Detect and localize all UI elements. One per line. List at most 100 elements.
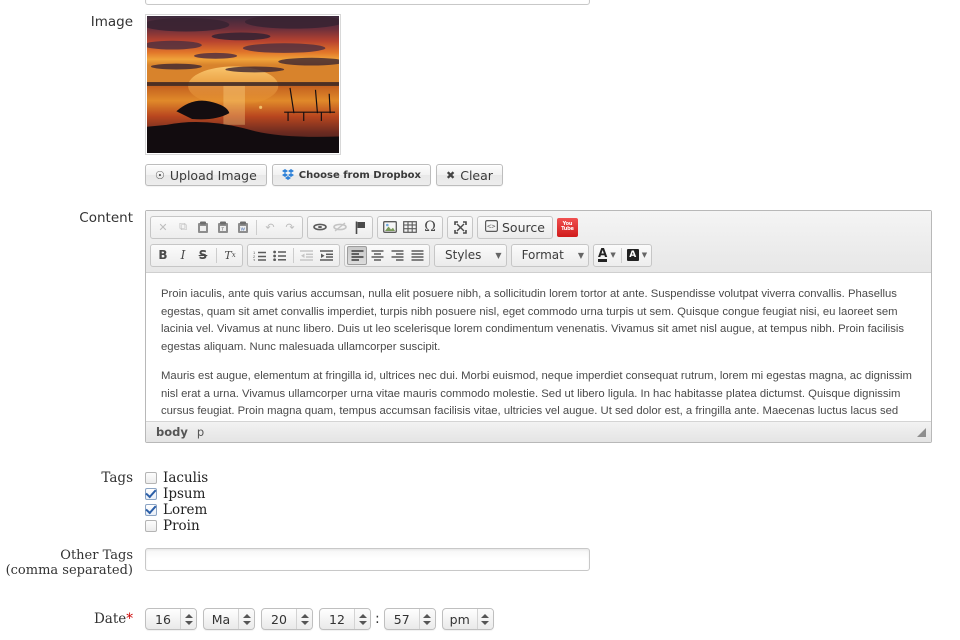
maximize-icon[interactable] [450, 218, 470, 237]
youtube-icon: You Tube [561, 221, 574, 232]
align-left-button[interactable] [347, 245, 367, 265]
image-icon[interactable] [380, 218, 400, 237]
date-field: 16 Ma 20 12 : 57 pm [145, 608, 960, 630]
editor-resize-handle[interactable] [916, 427, 926, 437]
editor-paragraph-1: Proin iaculis, ante quis varius accumsan… [161, 288, 905, 353]
link-icon[interactable] [310, 218, 330, 237]
tags-label: Tags [101, 470, 133, 486]
year-spinner[interactable]: 20 [261, 608, 313, 630]
minute-spinner[interactable]: 57 [383, 608, 436, 630]
svg-text:W: W [241, 226, 246, 231]
table-icon[interactable] [400, 218, 420, 237]
tag-item-ipsum[interactable]: Ipsum [145, 486, 960, 502]
editor-toolbar: ✕ ⧉ T W ↶ ↷ Ω <> Source You Tube B I S T… [146, 211, 931, 273]
cut-button[interactable]: ✕ [153, 218, 173, 237]
meridiem-spinner[interactable]: pm [441, 608, 494, 630]
styles-dropdown[interactable]: Styles ▼ [434, 243, 507, 267]
italic-button[interactable]: I [173, 246, 193, 265]
tag-item-lorem[interactable]: Lorem [145, 502, 960, 518]
youtube-button[interactable]: You Tube [556, 217, 578, 237]
other-tags-field [145, 548, 960, 571]
month-spinner[interactable]: Ma [203, 608, 255, 630]
clear-image-label: Clear [460, 167, 493, 183]
editor-content-area[interactable]: Proin iaculis, ante quis varius accumsan… [146, 273, 931, 422]
sunset-thumbnail-image [147, 16, 339, 153]
title-field-container [145, 0, 960, 5]
date-label-text: Date [93, 611, 127, 627]
clear-image-button[interactable]: ✖ Clear [436, 164, 503, 186]
day-value[interactable]: 16 [146, 609, 180, 629]
chevron-down-icon: ▼ [641, 251, 648, 259]
align-justify-button[interactable] [407, 246, 427, 265]
format-dropdown[interactable]: Format ▼ [510, 243, 590, 267]
special-character-icon[interactable]: Ω [420, 218, 440, 237]
styles-label: Styles [445, 248, 482, 262]
insert-group: Ω [377, 215, 443, 239]
tag-checkbox-iaculis[interactable] [145, 472, 157, 484]
unlink-icon[interactable] [330, 218, 350, 237]
text-style-group: B I S Tx [150, 243, 243, 267]
meridiem-stepper-arrows[interactable] [476, 609, 493, 629]
undo-button[interactable]: ↶ [260, 218, 280, 237]
hour-value[interactable]: 12 [320, 609, 354, 629]
background-color-button[interactable]: A ▼ [625, 246, 649, 265]
paste-from-word-button[interactable]: W [233, 218, 253, 237]
minute-stepper-arrows[interactable] [418, 609, 435, 629]
month-stepper-arrows[interactable] [238, 609, 254, 629]
year-value[interactable]: 20 [262, 609, 296, 629]
other-tags-input[interactable] [145, 548, 590, 571]
image-preview-frame [145, 14, 341, 155]
element-path: body p [156, 425, 204, 439]
toolbar-separator [216, 247, 217, 263]
strikethrough-button[interactable]: S [193, 246, 213, 265]
text-color-button[interactable]: A ▼ [596, 246, 618, 265]
align-center-button[interactable] [367, 246, 387, 265]
minute-value[interactable]: 57 [385, 609, 419, 629]
source-button[interactable]: <> Source [477, 215, 553, 239]
choose-from-dropbox-button[interactable]: Choose from Dropbox [271, 164, 432, 186]
element-path-body[interactable]: body [156, 425, 188, 439]
align-right-button[interactable] [387, 246, 407, 265]
title-input[interactable] [145, 0, 590, 5]
paste-as-plain-text-button[interactable]: T [213, 218, 233, 237]
tag-item-iaculis[interactable]: Iaculis [145, 470, 960, 486]
remove-format-button[interactable]: Tx [220, 246, 240, 265]
bold-button[interactable]: B [153, 246, 173, 265]
tag-label-lorem: Lorem [163, 502, 208, 518]
hour-spinner[interactable]: 12 [319, 608, 371, 630]
tag-checkbox-ipsum[interactable] [145, 488, 157, 500]
toolbar-separator [256, 219, 257, 235]
close-icon: ✖ [446, 168, 456, 182]
meridiem-value[interactable]: pm [443, 609, 477, 629]
other-tags-label-line1: Other Tags [60, 548, 133, 563]
editor-status-bar: body p [146, 422, 931, 442]
year-stepper-arrows[interactable] [296, 609, 312, 629]
day-spinner[interactable]: 16 [145, 608, 197, 630]
day-stepper-arrows[interactable] [180, 609, 196, 629]
text-color-icon: A [598, 246, 608, 262]
hour-stepper-arrows[interactable] [354, 609, 370, 629]
anchor-flag-icon[interactable] [350, 218, 370, 237]
date-label: Date* [0, 608, 145, 627]
numbered-list-button[interactable]: 123 [250, 246, 270, 265]
outdent-button[interactable] [297, 246, 317, 265]
tags-field: Iaculis Ipsum Lorem Proin [145, 470, 960, 534]
copy-button[interactable]: ⧉ [173, 218, 193, 237]
tag-item-proin[interactable]: Proin [145, 518, 960, 534]
month-value[interactable]: Ma [204, 609, 238, 629]
paste-button[interactable] [193, 218, 213, 237]
upload-image-button[interactable]: ☉ Upload Image [145, 164, 267, 186]
tag-checkbox-lorem[interactable] [145, 504, 157, 516]
indent-button[interactable] [317, 246, 337, 265]
toolbar-separator [620, 247, 622, 263]
redo-button[interactable]: ↷ [280, 218, 300, 237]
alignment-group [344, 243, 430, 267]
editor-toolbar-row-2: B I S Tx 123 Styles ▼ Format ▼ A ▼ A ▼ [150, 243, 927, 267]
element-path-p[interactable]: p [197, 425, 204, 439]
tag-checkbox-proin[interactable] [145, 520, 157, 532]
maximize-group [447, 215, 473, 239]
image-label: Image [90, 14, 133, 30]
content-field: ✕ ⧉ T W ↶ ↷ Ω <> Source You Tube B I S T… [145, 210, 960, 443]
tags-row: Tags Iaculis Ipsum Lorem Proin [0, 470, 960, 534]
bulleted-list-button[interactable] [270, 246, 290, 265]
